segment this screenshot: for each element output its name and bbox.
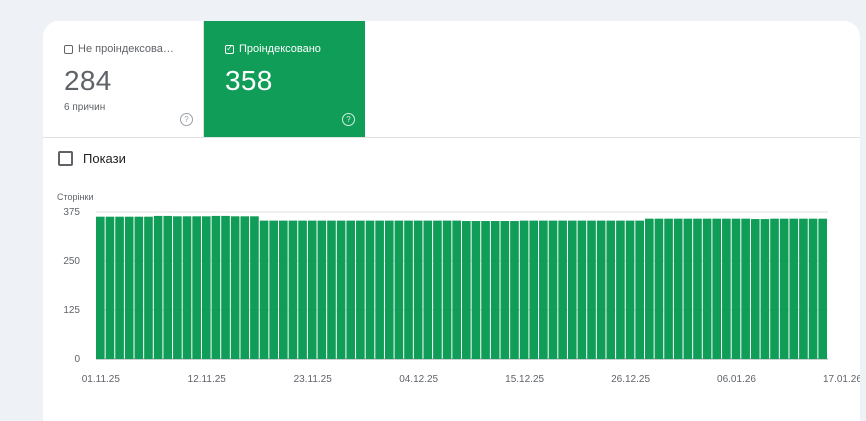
x-tick-label: 17.01.26 — [823, 374, 860, 385]
chart-bar[interactable] — [124, 216, 134, 359]
chart-bar[interactable] — [808, 218, 818, 359]
chart-bar[interactable] — [384, 220, 394, 359]
y-tick-label: 375 — [63, 207, 80, 218]
chart-bar[interactable] — [799, 218, 808, 359]
y-axis-label: Сторінки — [57, 192, 93, 202]
chart-bar[interactable] — [375, 220, 384, 359]
chart-bar[interactable] — [279, 220, 288, 359]
chart-bar[interactable] — [442, 220, 452, 359]
chart-bar[interactable] — [606, 220, 616, 359]
chart-bar[interactable] — [529, 220, 539, 359]
chart-bar[interactable] — [539, 220, 548, 359]
chart-bar[interactable] — [683, 218, 693, 359]
chart-bar[interactable] — [221, 215, 230, 359]
x-tick-label: 12.11.25 — [188, 374, 227, 385]
chart-bar[interactable] — [664, 218, 673, 359]
chart-bar[interactable] — [269, 220, 278, 359]
chart-bar[interactable] — [356, 220, 365, 359]
chart-bars — [96, 215, 827, 359]
chart-bar[interactable] — [452, 220, 461, 359]
chart-bar[interactable] — [250, 216, 259, 359]
chart-bar[interactable] — [702, 218, 712, 359]
chart-bar[interactable] — [712, 218, 722, 359]
chart-bar[interactable] — [462, 221, 471, 359]
chart-bar[interactable] — [317, 220, 327, 359]
chart-bar[interactable] — [481, 221, 490, 359]
y-tick-label: 250 — [63, 256, 80, 267]
chart-bar[interactable] — [307, 220, 317, 359]
chart-bar[interactable] — [625, 220, 635, 359]
chart-bar[interactable] — [96, 216, 105, 359]
x-tick-label: 26.12.25 — [611, 374, 650, 385]
chart-bar[interactable] — [230, 216, 240, 359]
chart-bar[interactable] — [327, 220, 336, 359]
x-tick-labels: 01.11.25 12.11.25 23.11.25 04.12.25 15.12.25… — [82, 374, 860, 385]
chart-bar[interactable] — [645, 218, 654, 359]
chart-bar[interactable] — [818, 218, 827, 359]
chart-bar[interactable] — [519, 220, 529, 359]
chart-bar[interactable] — [240, 216, 250, 359]
chart-bar[interactable] — [616, 220, 625, 359]
chart-bar[interactable] — [192, 216, 201, 359]
chart-bar[interactable] — [173, 216, 182, 359]
x-tick-label: 01.11.25 — [82, 374, 121, 385]
chart-bar[interactable] — [635, 220, 644, 359]
chart-bar[interactable] — [259, 220, 269, 359]
chart-bar[interactable] — [490, 221, 500, 359]
chart-bar[interactable] — [201, 216, 211, 359]
chart-bar[interactable] — [577, 220, 587, 359]
chart-bar[interactable] — [567, 220, 577, 359]
chart-bar[interactable] — [413, 220, 423, 359]
chart-bar[interactable] — [211, 215, 221, 359]
y-tick-label: 125 — [63, 305, 80, 316]
chart-bar[interactable] — [471, 221, 481, 359]
chart-bar[interactable] — [741, 218, 750, 359]
x-tick-label: 04.12.25 — [399, 374, 438, 385]
chart-bar[interactable] — [105, 216, 115, 359]
chart-bar[interactable] — [182, 216, 192, 359]
chart-bar[interactable] — [760, 219, 770, 359]
chart-bar[interactable] — [153, 215, 163, 359]
chart-bar[interactable] — [144, 216, 153, 359]
chart-bar[interactable] — [731, 218, 741, 359]
chart-bar[interactable] — [693, 218, 702, 359]
chart-bar[interactable] — [423, 220, 433, 359]
x-tick-label: 23.11.25 — [294, 374, 333, 385]
chart-bar[interactable] — [722, 218, 731, 359]
chart-bar[interactable] — [433, 220, 442, 359]
chart-bar[interactable] — [510, 221, 519, 359]
index-coverage-card: Не проіндексова… 284 6 причин ? ✓ Проінд… — [43, 21, 860, 421]
chart-bar[interactable] — [394, 220, 404, 359]
chart-bar[interactable] — [654, 218, 664, 359]
chart-bar[interactable] — [596, 220, 606, 359]
x-tick-label: 06.01.26 — [717, 374, 756, 385]
chart-bar[interactable] — [346, 220, 356, 359]
x-tick-label: 15.12.25 — [505, 374, 544, 385]
chart-bar[interactable] — [115, 216, 124, 359]
chart-bar[interactable] — [365, 220, 375, 359]
chart-bar[interactable] — [673, 218, 683, 359]
chart-bar[interactable] — [750, 219, 760, 359]
chart-bar[interactable] — [558, 220, 567, 359]
chart-bar[interactable] — [298, 220, 307, 359]
chart-bar[interactable] — [163, 215, 173, 359]
chart-bar[interactable] — [548, 220, 558, 359]
chart-bar[interactable] — [779, 218, 789, 359]
y-tick-label: 0 — [74, 354, 80, 365]
y-tick-labels: 0 125 250 375 — [63, 207, 80, 365]
chart-bar[interactable] — [789, 218, 799, 359]
chart-bar[interactable] — [404, 220, 413, 359]
chart-bar[interactable] — [770, 218, 779, 359]
chart-bar[interactable] — [288, 220, 298, 359]
chart-bar[interactable] — [500, 221, 510, 359]
chart-bar[interactable] — [587, 220, 596, 359]
indexed-pages-chart: Сторінки 0 125 250 375 01.11.25 12.11.25 23.1… — [57, 192, 860, 385]
chart-bar[interactable] — [336, 220, 346, 359]
chart-bar[interactable] — [134, 216, 144, 359]
